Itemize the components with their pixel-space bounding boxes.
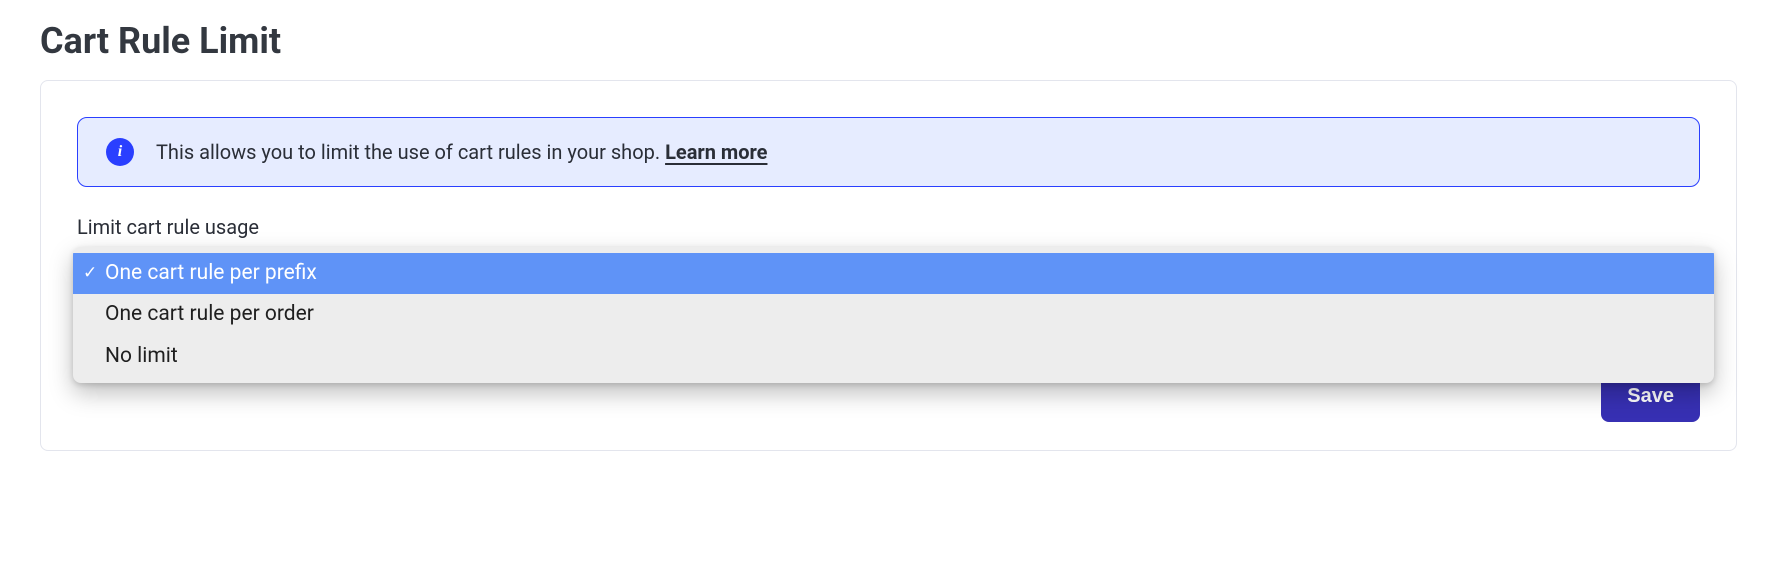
page-title: Cart Rule Limit [40, 20, 1737, 62]
limit-usage-dropdown[interactable]: ✓ One cart rule per prefix ✓ One cart ru… [73, 247, 1714, 383]
limit-usage-label: Limit cart rule usage [77, 215, 1700, 239]
dropdown-option-no-limit[interactable]: ✓ No limit [73, 336, 1714, 377]
info-alert: i This allows you to limit the use of ca… [77, 117, 1700, 187]
dropdown-option-per-prefix[interactable]: ✓ One cart rule per prefix [73, 253, 1714, 294]
settings-card: i This allows you to limit the use of ca… [40, 80, 1737, 451]
alert-text: This allows you to limit the use of cart… [156, 140, 767, 164]
option-label: One cart rule per order [105, 300, 314, 329]
learn-more-link[interactable]: Learn more [665, 140, 767, 164]
alert-message: This allows you to limit the use of cart… [156, 140, 665, 164]
info-icon: i [106, 138, 134, 166]
option-label: No limit [105, 342, 178, 371]
dropdown-option-per-order[interactable]: ✓ One cart rule per order [73, 294, 1714, 335]
option-label: One cart rule per prefix [105, 259, 317, 288]
check-icon: ✓ [83, 262, 105, 286]
